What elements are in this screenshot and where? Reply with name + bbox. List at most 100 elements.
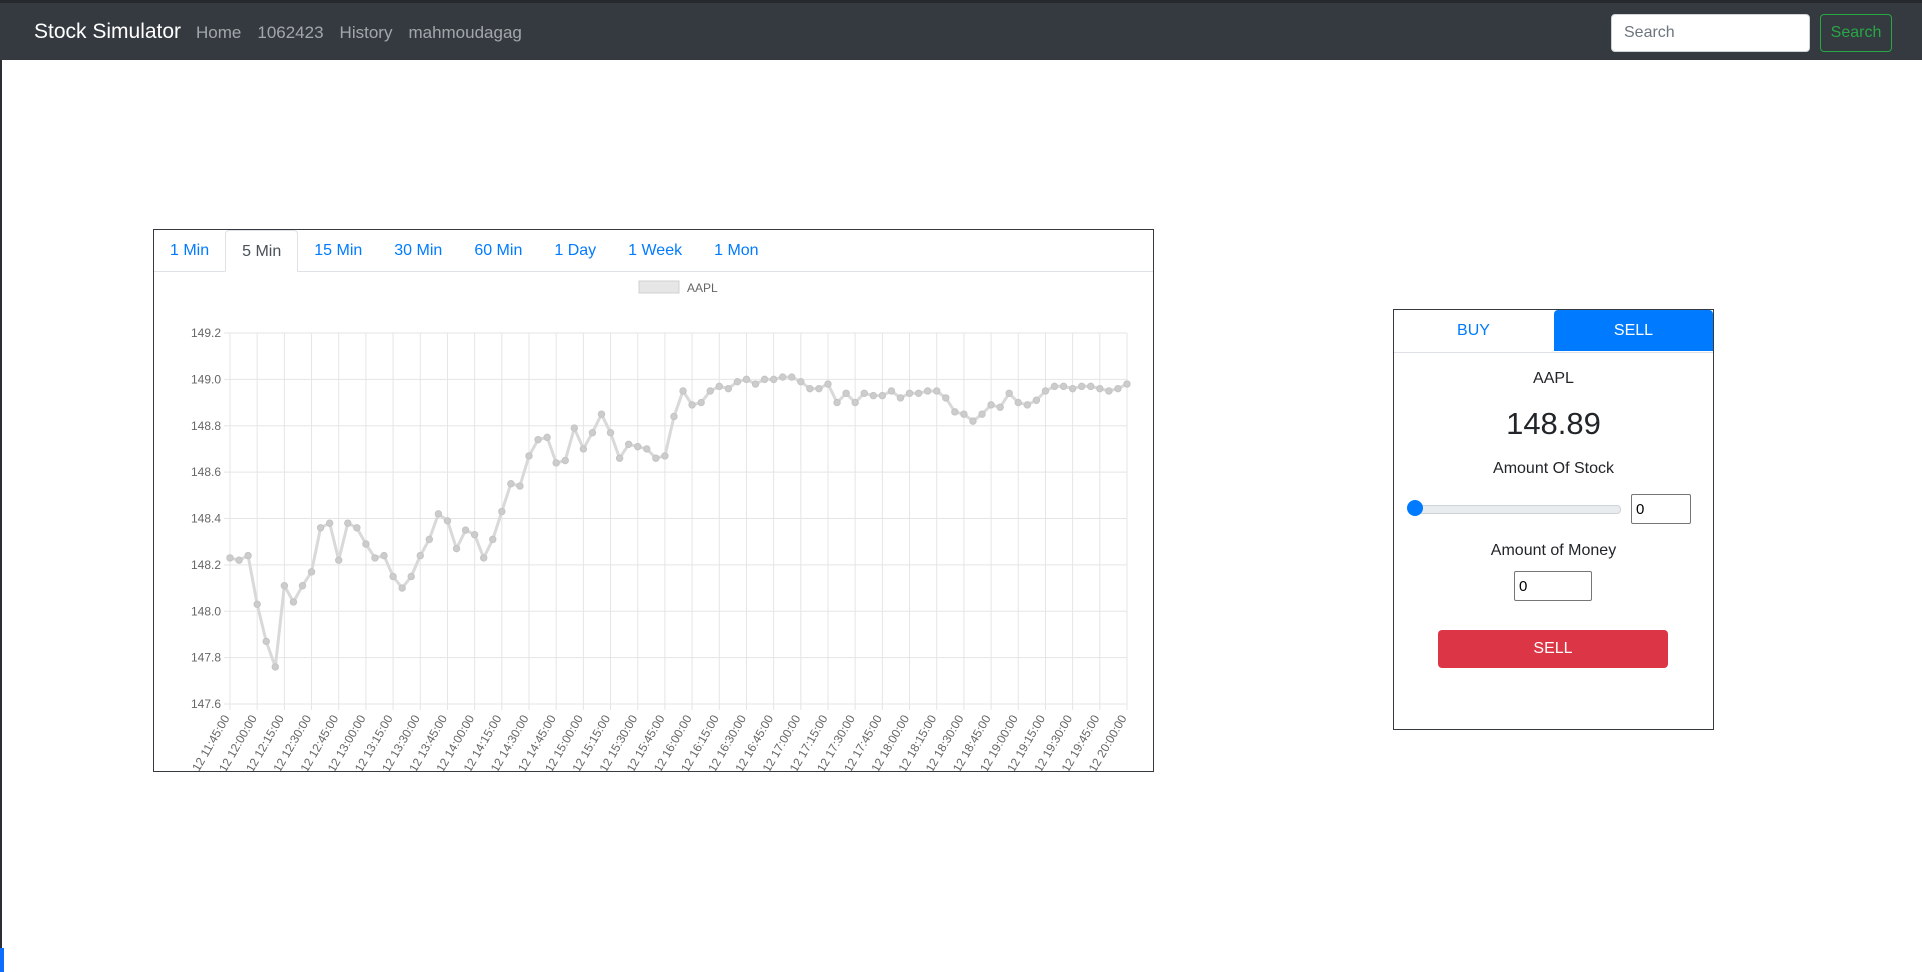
data-point [606,429,615,437]
tab-1-week[interactable]: 1 Week [612,230,698,271]
data-point [1050,382,1059,391]
legend-swatch [638,280,680,294]
data-point [914,389,923,397]
price-chart: 147.6 147.8 148.0 148.2 148.4 148.6 148.8 149.0… [165,280,1131,771]
data-point [461,526,470,534]
data-point [434,510,443,518]
amount-stock-slider[interactable] [1417,505,1621,514]
interval-tabs: 1 Min 5 Min 15 Min 30 Min 60 Min 1 Day 1… [154,230,1153,272]
slider-thumb[interactable] [1407,500,1423,516]
brand-link[interactable]: Stock Simulator [34,20,181,44]
data-point [624,440,633,449]
data-point [760,375,769,384]
data-point [923,387,932,395]
amount-stock-input[interactable] [1631,494,1691,524]
stock-symbol: AAPL [1533,370,1574,387]
data-point [987,401,995,409]
data-point [670,412,678,421]
sell-button[interactable]: SELL [1438,630,1668,668]
data-point [344,519,352,527]
data-point [579,445,588,453]
data-point [416,551,424,560]
data-point [860,389,868,397]
tab-60-min[interactable]: 60 Min [458,230,538,271]
data-point [634,442,642,451]
data-point [724,384,733,393]
data-point [516,482,524,490]
trade-tabs: BUY SELL [1394,310,1713,353]
data-point [824,380,832,388]
data-point [543,433,551,442]
data-point [570,424,579,432]
data-point [1123,380,1131,388]
tab-1-min[interactable]: 1 Min [154,230,225,271]
tab-buy[interactable]: BUY [1394,310,1553,351]
data-point [778,373,787,381]
data-point [960,410,968,418]
data-point [951,408,959,416]
data-point [353,524,361,532]
data-point [933,387,941,395]
data-point [1114,384,1122,393]
tab-1-day[interactable]: 1 Day [538,230,612,271]
tab-5-min[interactable]: 5 Min [225,230,299,272]
data-point [307,568,316,576]
data-point [452,544,461,553]
data-point [289,598,298,606]
data-point [905,389,914,397]
data-point [715,382,723,391]
search-button[interactable]: Search [1820,14,1892,52]
nav-links: Home 1062423 History mahmoudagag [196,23,522,43]
data-point [398,584,406,592]
data-point [797,377,805,386]
data-point [280,582,289,590]
y-tick-label: 148.6 [191,465,221,479]
tab-1-mon[interactable]: 1 Mon [698,230,774,271]
y-tick-label: 149.2 [191,326,221,340]
amount-money-input[interactable] [1514,571,1592,601]
data-point [869,391,878,400]
nav-link-home[interactable]: Home [196,23,241,43]
data-point [652,454,660,462]
data-point [226,554,234,562]
legend-label: AAPL [687,281,718,295]
data-point [887,387,896,395]
data-point [1096,384,1104,393]
amount-money-label: Amount of Money [1490,542,1617,559]
data-point [380,551,388,560]
data-point [425,535,434,544]
tab-sell[interactable]: SELL [1554,310,1713,351]
data-point [262,637,270,646]
y-tick-label: 148.4 [191,512,221,526]
trade-panel: BUY SELL AAPL 148.89 Amount Of Stock Amo… [1393,309,1714,730]
navbar: Stock Simulator Home 1062423 History mah… [0,0,1922,60]
data-point [1005,389,1013,397]
data-point [688,401,696,409]
data-point [1032,396,1041,404]
y-tick-label: 147.6 [191,697,221,711]
data-point [661,452,669,460]
data-point [407,572,415,581]
nav-link-balance[interactable]: 1062423 [257,23,323,43]
data-point [325,519,334,527]
nav-link-history[interactable]: History [340,23,393,43]
data-point [498,507,506,516]
tab-15-min[interactable]: 15 Min [298,230,378,271]
data-point [371,554,379,562]
nav-link-username[interactable]: mahmoudagag [408,23,521,43]
stock-price: 148.89 [1506,406,1601,441]
data-point [769,375,778,384]
chart-panel: 1 Min 5 Min 15 Min 30 Min 60 Min 1 Day 1… [153,229,1154,772]
data-point [878,391,887,400]
search-input[interactable] [1611,14,1810,52]
data-point [1087,382,1095,391]
data-point [1077,382,1086,391]
data-point [706,387,714,395]
data-point [271,663,280,671]
data-point [244,551,252,560]
data-point [733,377,742,386]
data-point [362,540,370,548]
data-point [815,384,823,393]
tab-30-min[interactable]: 30 Min [378,230,458,271]
data-point [806,384,814,393]
